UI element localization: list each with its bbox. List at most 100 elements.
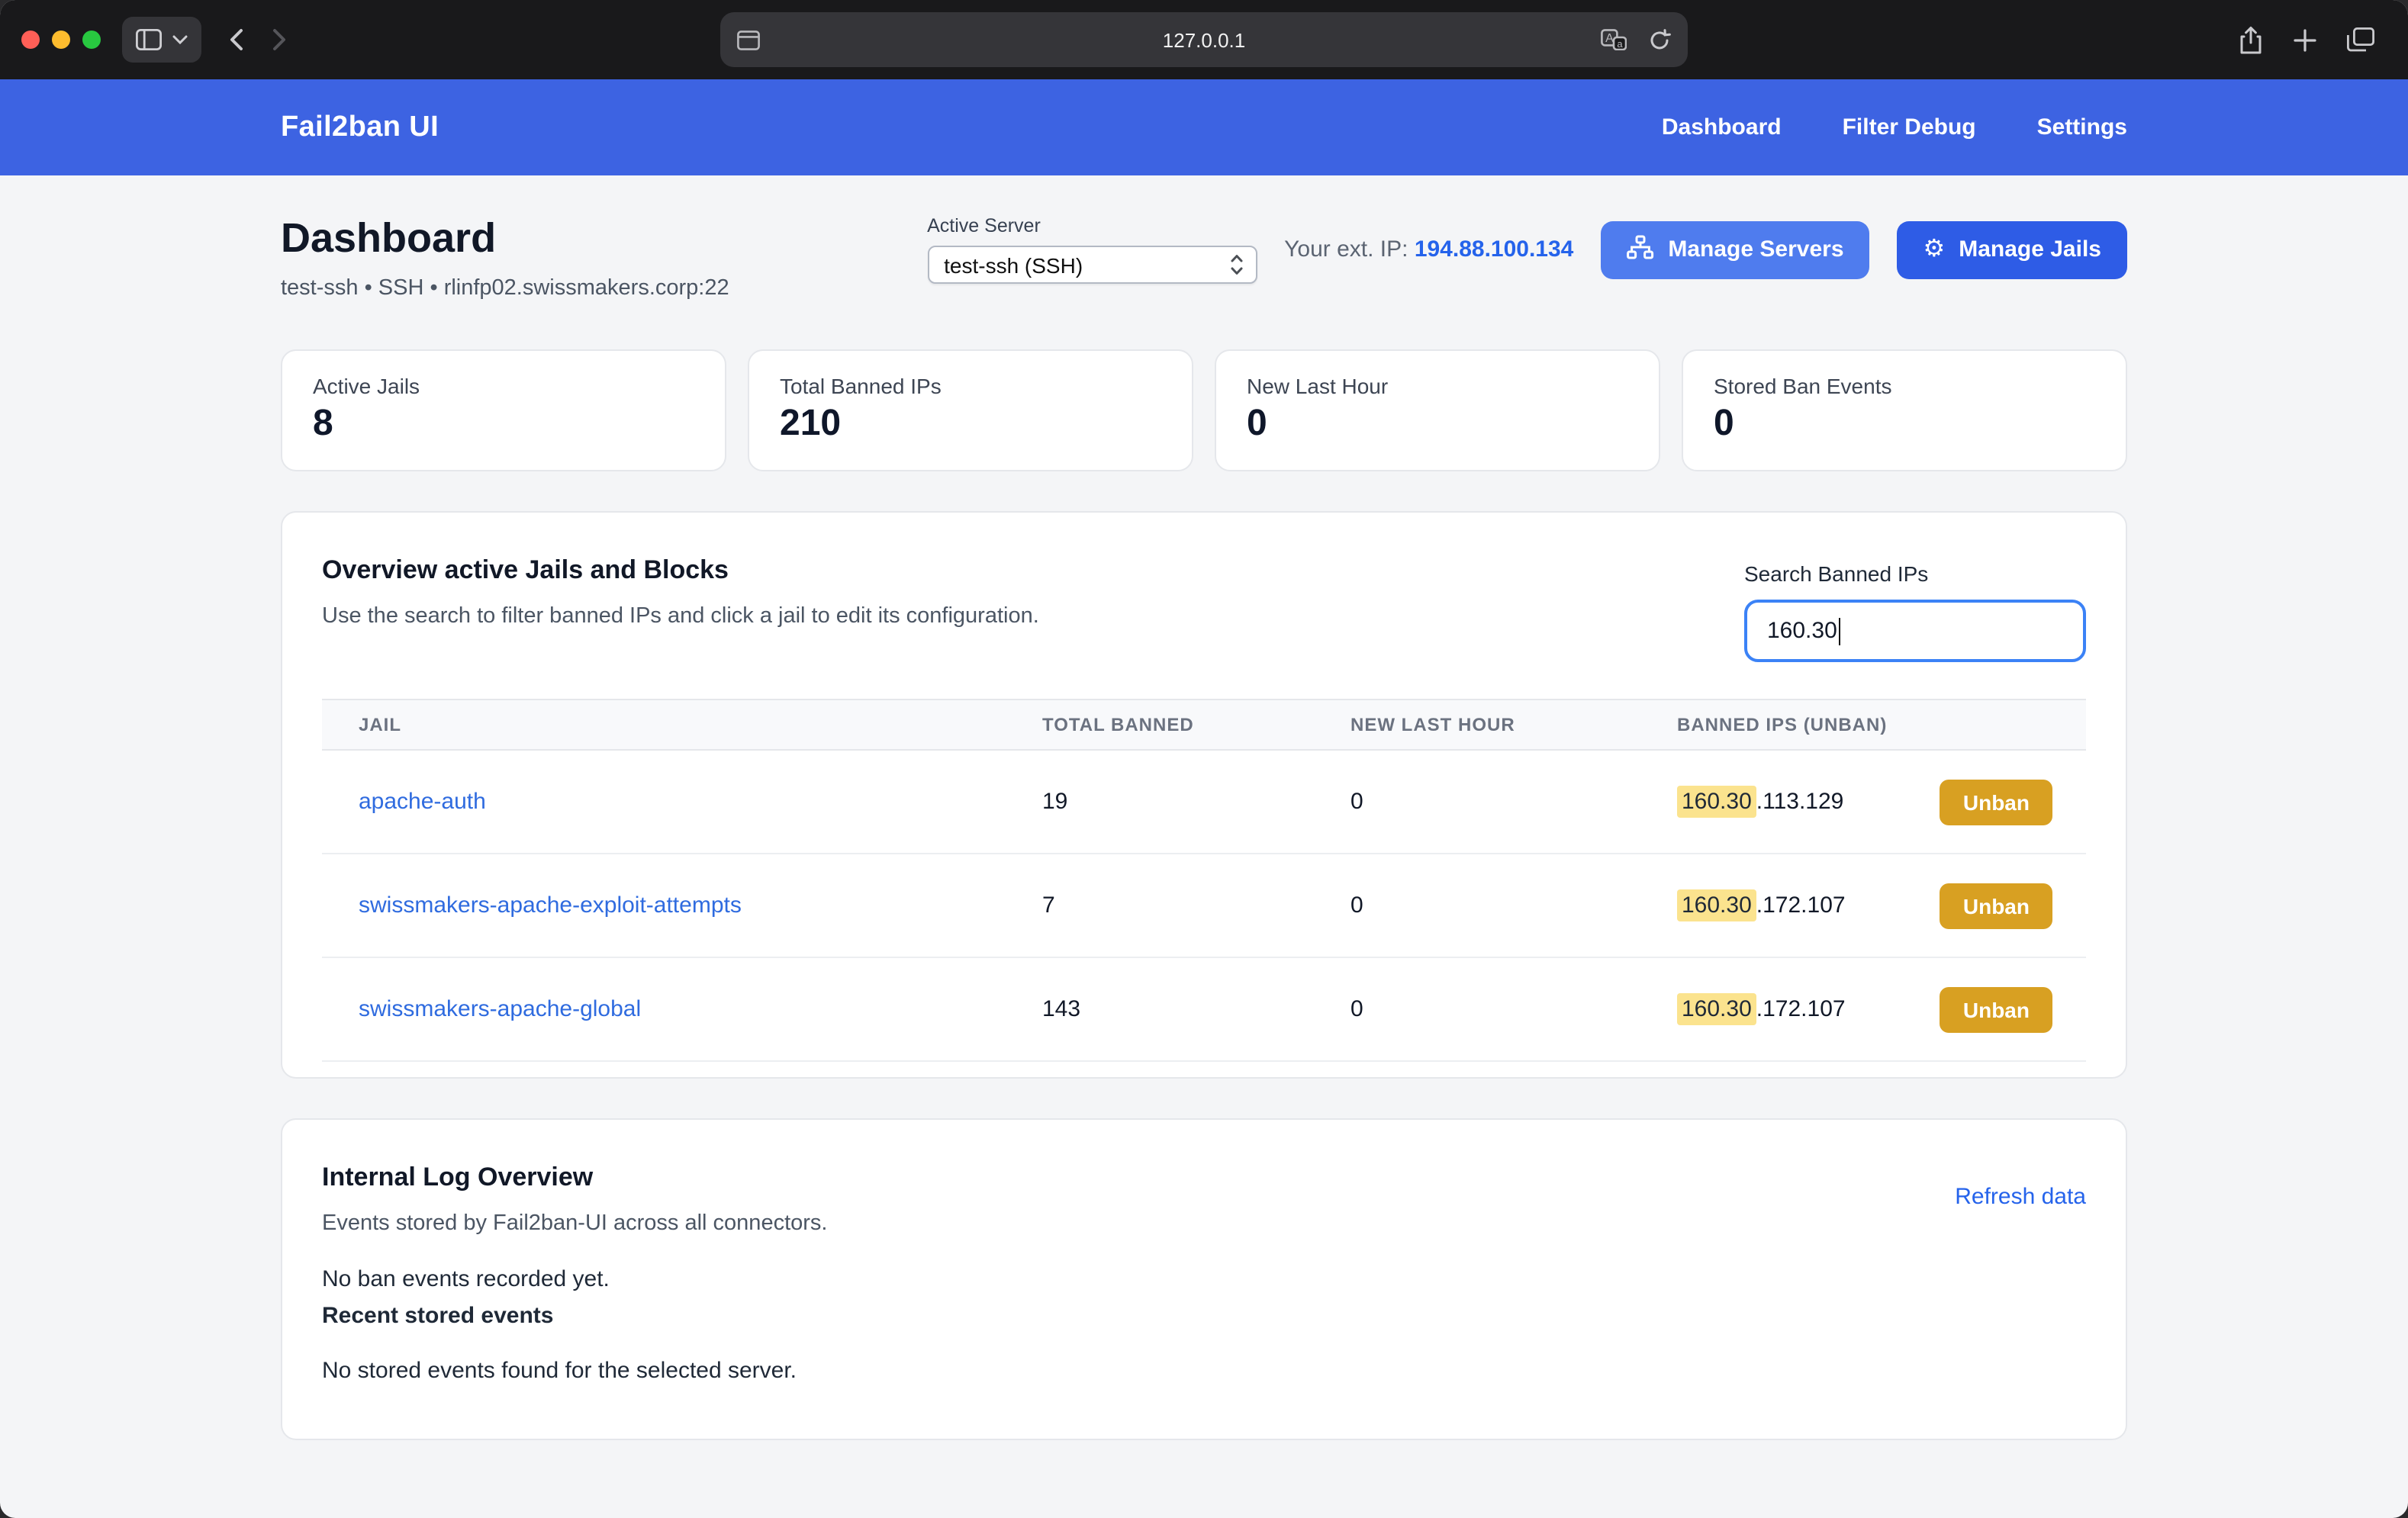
table-row: swissmakers-apache-global 143 0 160.30.1… bbox=[322, 958, 2086, 1062]
banned-ip-cell: 160.30.172.107 Unban bbox=[1640, 883, 2086, 928]
table-row: swissmakers-apache-exploit-attempts 7 0 … bbox=[322, 854, 2086, 958]
sidebar-icon bbox=[136, 29, 162, 50]
traffic-lights bbox=[21, 31, 101, 49]
tab-overview-icon[interactable] bbox=[2347, 27, 2374, 52]
translate-icon[interactable]: A a bbox=[1601, 29, 1627, 50]
manage-servers-button[interactable]: Manage Servers bbox=[1601, 220, 1869, 278]
manage-servers-label: Manage Servers bbox=[1668, 236, 1843, 262]
new-last-hour-cell: 0 bbox=[1314, 789, 1640, 815]
jail-link[interactable]: apache-auth bbox=[359, 789, 486, 815]
url-text: 127.0.0.1 bbox=[720, 28, 1688, 51]
address-bar[interactable]: 127.0.0.1 A a bbox=[720, 12, 1688, 67]
external-ip: Your ext. IP: 194.88.100.134 bbox=[1284, 236, 1573, 262]
manage-jails-button[interactable]: ⚙ Manage Jails bbox=[1898, 220, 2127, 278]
table-row: apache-auth 19 0 160.30.113.129 Unban bbox=[322, 751, 2086, 854]
ip-highlight: 160.30 bbox=[1677, 993, 1756, 1025]
recent-events-title: Recent stored events bbox=[322, 1303, 2086, 1329]
total-banned-cell: 19 bbox=[1006, 789, 1314, 815]
reload-icon[interactable] bbox=[1648, 28, 1671, 51]
stat-label: Active Jails bbox=[313, 374, 694, 398]
manage-jails-label: Manage Jails bbox=[1959, 236, 2101, 262]
browser-toolbar: 127.0.0.1 A a bbox=[0, 0, 2408, 79]
fullscreen-button[interactable] bbox=[82, 31, 101, 49]
app-brand: Fail2ban UI bbox=[281, 111, 439, 144]
stat-card-active-jails: Active Jails 8 bbox=[281, 349, 726, 471]
jail-link[interactable]: swissmakers-apache-global bbox=[359, 996, 641, 1022]
back-button[interactable] bbox=[229, 27, 244, 52]
total-banned-cell: 7 bbox=[1006, 892, 1314, 918]
head-controls: Active Server test-ssh (SSH) Your ext. I… bbox=[927, 215, 2127, 284]
share-icon[interactable] bbox=[2239, 25, 2263, 54]
active-server-value: test-ssh (SSH) bbox=[944, 252, 1083, 277]
log-title-block: Internal Log Overview Events stored by F… bbox=[322, 1163, 827, 1236]
log-subtitle: Events stored by Fail2ban-UI across all … bbox=[322, 1211, 827, 1236]
ip-rest: .172.107 bbox=[1756, 892, 1846, 918]
gear-icon: ⚙ bbox=[1924, 237, 1946, 262]
search-label: Search Banned IPs bbox=[1744, 561, 2086, 586]
sidebar-control[interactable] bbox=[122, 17, 201, 63]
search-block: Search Banned IPs 160.30 bbox=[1744, 561, 2086, 662]
browser-window: 127.0.0.1 A a bbox=[0, 0, 2408, 1518]
unban-button[interactable]: Unban bbox=[1940, 883, 2052, 928]
external-ip-label: Your ext. IP: bbox=[1284, 236, 1408, 262]
overview-title-block: Overview active Jails and Blocks Use the… bbox=[322, 555, 1039, 629]
new-last-hour-cell: 0 bbox=[1314, 892, 1640, 918]
stat-card-new-last-hour: New Last Hour 0 bbox=[1215, 349, 1660, 471]
minimize-button[interactable] bbox=[52, 31, 70, 49]
refresh-data-link[interactable]: Refresh data bbox=[1955, 1184, 2086, 1210]
col-total-banned: Total Banned bbox=[1006, 714, 1314, 735]
active-server-select[interactable]: test-ssh (SSH) bbox=[927, 246, 1257, 284]
select-stepper-icon bbox=[1229, 253, 1243, 276]
search-input[interactable]: 160.30 bbox=[1744, 600, 2086, 662]
app-header: Fail2ban UI Dashboard Filter Debug Setti… bbox=[0, 79, 2408, 175]
no-stored-events-text: No stored events found for the selected … bbox=[322, 1358, 2086, 1384]
sitemap-icon bbox=[1627, 234, 1654, 265]
external-ip-value: 194.88.100.134 bbox=[1415, 236, 1574, 262]
nav-settings[interactable]: Settings bbox=[2037, 114, 2127, 140]
banned-ip-cell: 160.30.172.107 Unban bbox=[1640, 986, 2086, 1032]
chevron-down-icon bbox=[172, 35, 188, 44]
page-title: Dashboard bbox=[281, 215, 729, 262]
col-banned-ips: Banned IPs (Unban) bbox=[1640, 714, 2086, 735]
ip-rest: .113.129 bbox=[1756, 789, 1844, 815]
unban-button[interactable]: Unban bbox=[1940, 986, 2052, 1032]
stat-value: 0 bbox=[1714, 403, 2095, 445]
overview-card: Overview active Jails and Blocks Use the… bbox=[281, 511, 2127, 1079]
overview-title: Overview active Jails and Blocks bbox=[322, 555, 1039, 586]
banned-ip-cell: 160.30.113.129 Unban bbox=[1640, 779, 2086, 825]
table-header-row: Jail Total Banned New Last Hour Banned I… bbox=[322, 699, 2086, 751]
text-caret bbox=[1839, 617, 1841, 645]
stat-card-total-banned: Total Banned IPs 210 bbox=[748, 349, 1193, 471]
col-new-last-hour: New Last Hour bbox=[1314, 714, 1640, 735]
ip-rest: .172.107 bbox=[1756, 996, 1846, 1022]
jails-table: Jail Total Banned New Last Hour Banned I… bbox=[322, 699, 2086, 1062]
page-settings-icon[interactable] bbox=[737, 30, 760, 50]
unban-button[interactable]: Unban bbox=[1940, 779, 2052, 825]
nav-filter-debug[interactable]: Filter Debug bbox=[1843, 114, 1976, 140]
page-subtitle: test-ssh • SSH • rlinfp02.swissmakers.co… bbox=[281, 276, 729, 301]
new-tab-icon[interactable] bbox=[2294, 28, 2316, 51]
no-ban-events-text: No ban events recorded yet. bbox=[322, 1266, 2086, 1292]
col-jail: Jail bbox=[322, 714, 1006, 735]
stat-label: Total Banned IPs bbox=[780, 374, 1161, 398]
nav-dashboard[interactable]: Dashboard bbox=[1662, 114, 1782, 140]
svg-text:A: A bbox=[1605, 32, 1614, 45]
close-button[interactable] bbox=[21, 31, 40, 49]
toolbar-right bbox=[2239, 25, 2387, 54]
log-card: Internal Log Overview Events stored by F… bbox=[281, 1118, 2127, 1440]
history-nav bbox=[229, 27, 287, 52]
stat-value: 8 bbox=[313, 403, 694, 445]
total-banned-cell: 143 bbox=[1006, 996, 1314, 1022]
jail-link[interactable]: swissmakers-apache-exploit-attempts bbox=[359, 892, 742, 918]
svg-text:a: a bbox=[1617, 38, 1623, 50]
stat-value: 0 bbox=[1247, 403, 1628, 445]
forward-button[interactable] bbox=[272, 27, 287, 52]
top-nav: Dashboard Filter Debug Settings bbox=[1662, 114, 2127, 140]
stat-cards: Active Jails 8 Total Banned IPs 210 New … bbox=[281, 349, 2127, 471]
stat-value: 210 bbox=[780, 403, 1161, 445]
stat-label: Stored Ban Events bbox=[1714, 374, 2095, 398]
active-server-label: Active Server bbox=[927, 215, 1257, 236]
address-bar-actions: A a bbox=[1601, 28, 1671, 51]
new-last-hour-cell: 0 bbox=[1314, 996, 1640, 1022]
title-block: Dashboard test-ssh • SSH • rlinfp02.swis… bbox=[281, 215, 729, 301]
